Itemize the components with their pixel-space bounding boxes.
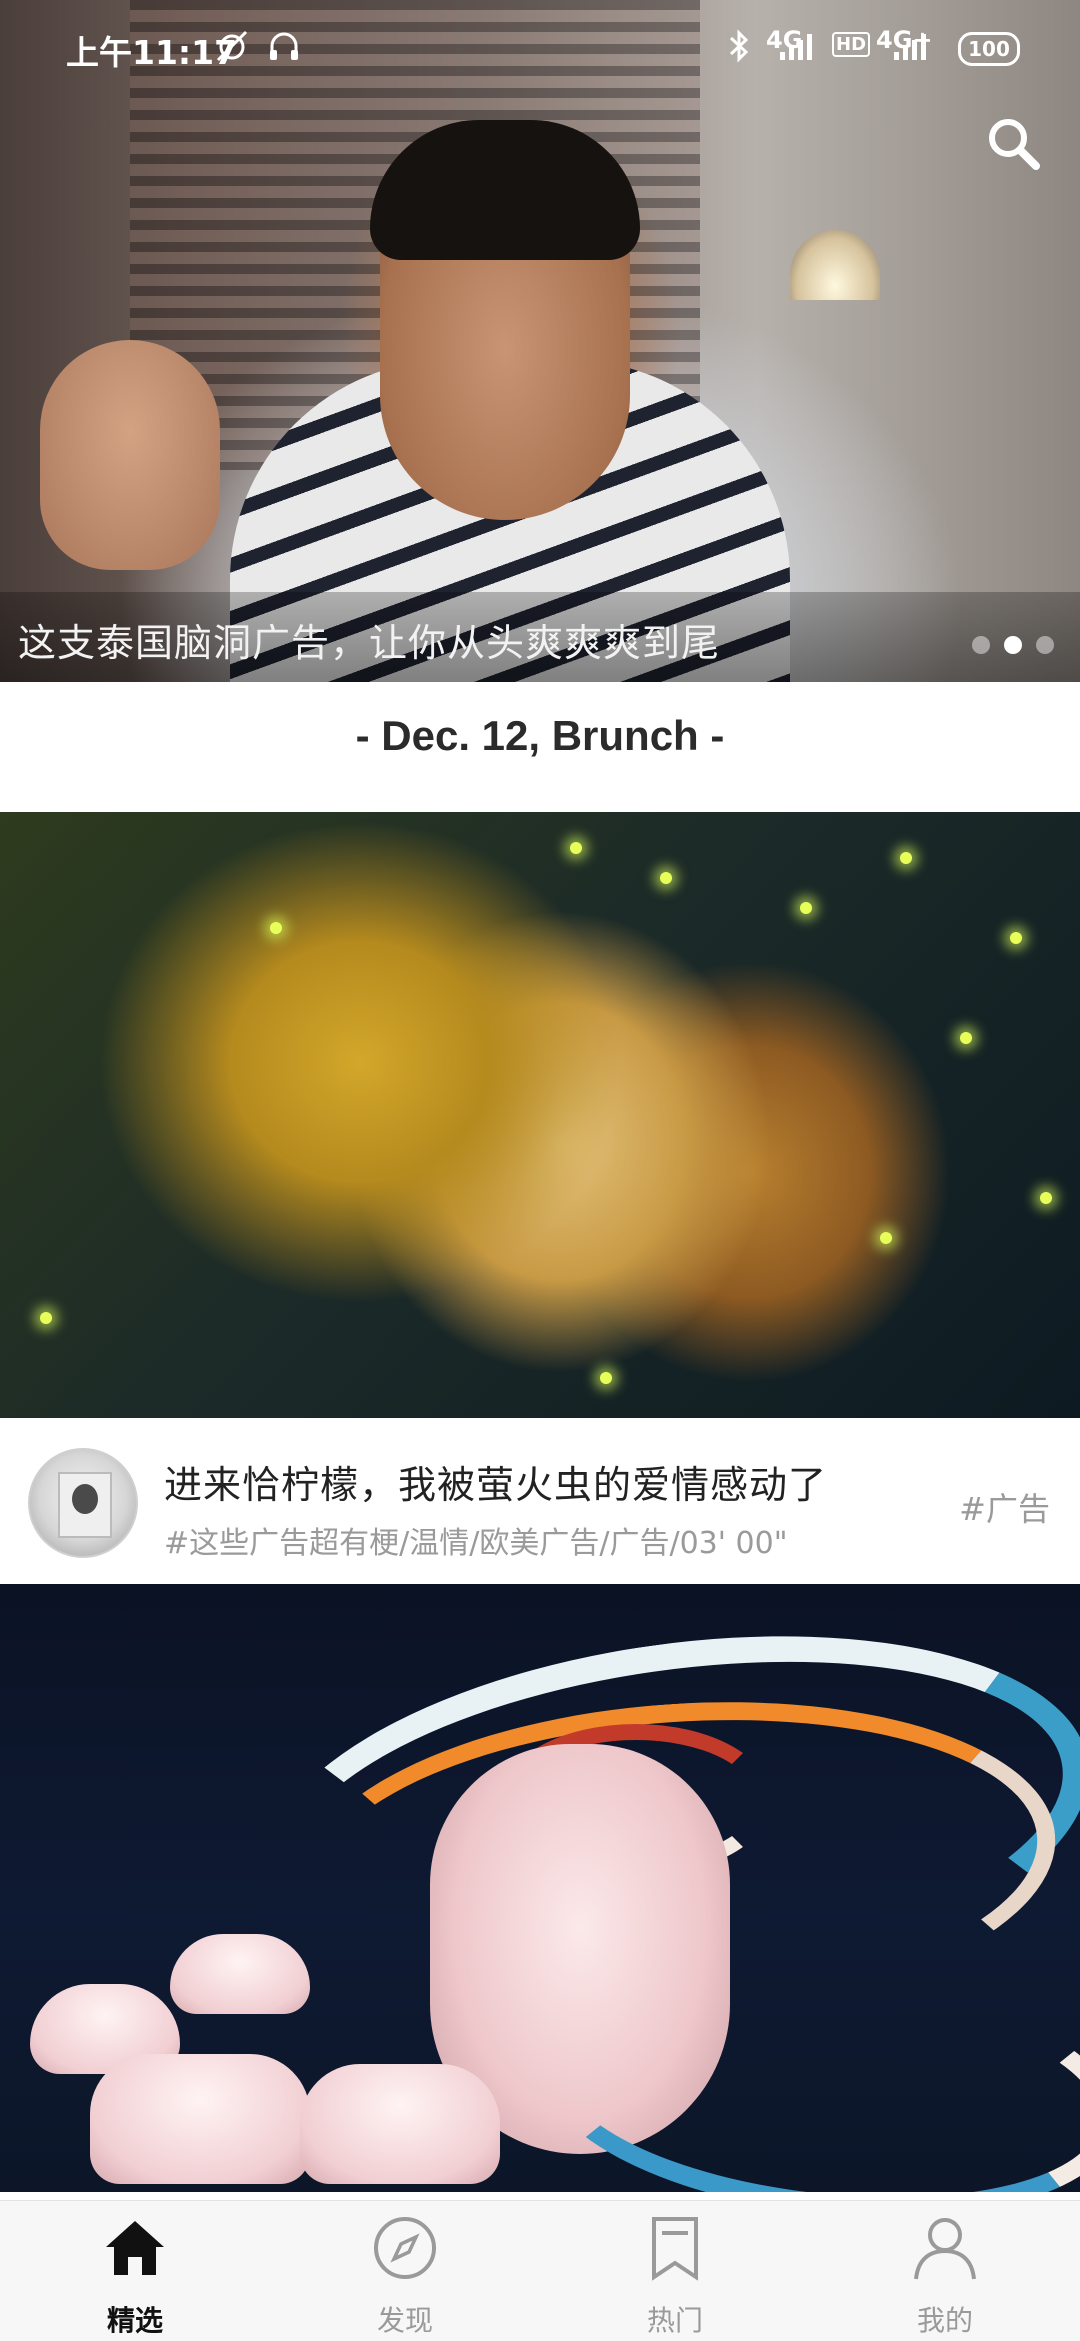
tab-label: 发现 xyxy=(376,2304,433,2337)
category-tag[interactable]: #广告 xyxy=(959,1484,1050,1530)
status-bar: 上午11:17 4G HD 4G+ 100 xyxy=(0,0,1080,96)
firefly-light xyxy=(270,922,282,934)
search-button[interactable] xyxy=(982,112,1046,176)
search-icon xyxy=(989,119,1040,170)
alarm-off-icon xyxy=(214,28,250,72)
tab-label: 热门 xyxy=(646,2304,703,2337)
firefly-light xyxy=(600,1372,612,1384)
firefly-light xyxy=(800,902,812,914)
carousel-dot-active[interactable] xyxy=(1004,636,1022,654)
mushroom-shape xyxy=(90,2054,310,2184)
tab-label: 我的 xyxy=(916,2304,973,2337)
tab-hot[interactable]: 热门 xyxy=(540,2201,810,2341)
status-time: 上午11:17 xyxy=(66,33,238,72)
signal-icon xyxy=(778,28,820,70)
hero-caption: 这支泰国脑洞广告，让你从头爽爽爽到尾 xyxy=(18,621,721,665)
firefly-light xyxy=(880,1232,892,1244)
tab-label: 精选 xyxy=(106,2304,163,2337)
date-section-heading: - Dec. 12, Brunch - xyxy=(355,712,725,759)
hd-badge: HD xyxy=(832,32,871,57)
author-avatar[interactable] xyxy=(28,1448,138,1558)
video-meta: #这些广告超有梗/温情/欧美广告/广告/03' 00" xyxy=(164,1526,788,1561)
firefly-light xyxy=(960,1032,972,1044)
firefly-light xyxy=(570,842,582,854)
hero-banner[interactable]: 这支泰国脑洞广告，让你从头爽爽爽到尾 xyxy=(0,0,1080,682)
firefly-light xyxy=(40,1312,52,1324)
tab-discover[interactable]: 发现 xyxy=(270,2201,540,2341)
signal-icon-2 xyxy=(892,28,934,70)
firefly-light xyxy=(900,852,912,864)
video-thumbnail-swirl[interactable] xyxy=(0,1584,1080,2192)
home-icon xyxy=(106,2221,164,2275)
hero-image-hand xyxy=(40,340,220,570)
firefly-light xyxy=(1040,1192,1052,1204)
tab-featured[interactable]: 精选 xyxy=(0,2201,270,2341)
avatar-portrait xyxy=(58,1472,112,1538)
bluetooth-icon xyxy=(726,28,752,72)
video-thumbnail-fireflies[interactable] xyxy=(0,812,1080,1418)
mushroom-shape xyxy=(300,2064,500,2184)
carousel-dot[interactable] xyxy=(972,636,990,654)
compass-icon xyxy=(374,2217,436,2279)
carousel-indicator xyxy=(972,636,1054,654)
mushroom-shape xyxy=(170,1934,310,2014)
firefly-light xyxy=(660,872,672,884)
video-info-row[interactable]: 进来恰柠檬，我被萤火虫的爱情感动了 #这些广告超有梗/温情/欧美广告/广告/03… xyxy=(0,1418,1080,1582)
tab-mine[interactable]: 我的 xyxy=(810,2201,1080,2341)
hero-image-lamp xyxy=(790,230,880,300)
headphones-icon xyxy=(266,28,302,72)
user-icon xyxy=(914,2218,976,2280)
bottom-tab-bar: 精选 发现 热门 我的 xyxy=(0,2200,1080,2341)
bookmark-icon xyxy=(652,2217,698,2281)
carousel-dot[interactable] xyxy=(1036,636,1054,654)
video-title[interactable]: 进来恰柠檬，我被萤火虫的爱情感动了 xyxy=(164,1454,827,1509)
firefly-light xyxy=(1010,932,1022,944)
battery-indicator: 100 xyxy=(958,32,1020,66)
